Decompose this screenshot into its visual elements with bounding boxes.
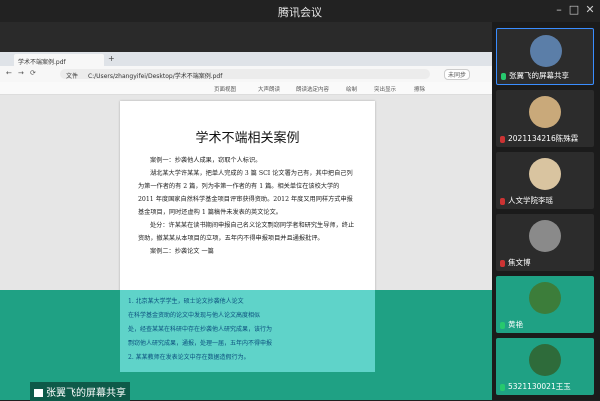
pdf-toolbar: 页面视图 大声朗读 朗读选定内容 绘制 突出显示 擦除 [0, 82, 492, 95]
mic-icon [500, 383, 505, 391]
doc-paragraph: 湖北某大学许某某，把单人完成的 3 篇 SCI 论文署为己有，其中把自己列为第一… [138, 170, 353, 216]
address-bar: ← → ⟳ 文件 C:/Users/zhangyifei/Desktop/学术不… [0, 66, 492, 82]
overlay-line: 1. 北京某大学学生，硕士论文抄袭他人论文 [128, 298, 244, 305]
overlay-line: 在科学基金资助的论文中发现与他人论文高度相似 [128, 312, 261, 319]
pdf-tool-read-selection[interactable]: 朗读选定内容 [296, 85, 329, 93]
participant-name: 2021134216陈殊霖 [508, 134, 579, 143]
participant-name: 5321130021王玉 [508, 382, 571, 391]
overlay-line: 剽窃他人研究成果，通报，处理一届，五年内不得申报 [128, 340, 273, 347]
overlay-line: 2. 某某教师在发表论文中存在数据造假行为。 [128, 354, 250, 361]
avatar [530, 35, 562, 67]
participant-name: 张翼飞的屏幕共享 [509, 71, 569, 80]
overlay-line: 处，经查某某在科研中存在抄袭他人研究成果，该行为 [128, 326, 273, 333]
doc-paragraph: 案例一：抄袭他人成果，窃取个人标识。 [150, 157, 262, 164]
participant-tile[interactable]: 人文学院李瑶 [496, 152, 594, 209]
participant-name-row: 2021134216陈殊霖 [500, 133, 578, 144]
document-title: 学术不端相关案例 [195, 131, 300, 146]
url-text: C:/Users/zhangyifei/Desktop/学术不端案例.pdf [87, 73, 223, 80]
doc-paragraph: 案例二：抄袭论文 一篇 [150, 248, 214, 255]
avatar [529, 220, 561, 252]
pdf-tool-draw[interactable]: 绘制 [346, 85, 357, 93]
mic-icon [501, 72, 506, 80]
avatar [529, 96, 561, 128]
doc-paragraph: 处分：许某某在读书期间申报自己名义论文剽窃同学者和研究生导师，终止资助，撤某某从… [138, 222, 355, 242]
participant-name-row: 人文学院李瑶 [500, 195, 553, 206]
shared-screen: 学术不端案例.pdf + ← → ⟳ 文件 C:/Users/zhangyife… [0, 22, 492, 400]
mic-muted-icon [500, 197, 505, 205]
mic-muted-icon [500, 135, 505, 143]
pdf-tool-read-aloud[interactable]: 大声朗读 [258, 85, 280, 93]
participant-tile[interactable]: 焦文博 [496, 214, 594, 271]
screen-share-label: 张翼飞的屏幕共享 [30, 382, 130, 401]
avatar [529, 282, 561, 314]
participant-name-row: 黄艳 [500, 319, 523, 330]
avatar [529, 344, 561, 376]
mic-icon [500, 321, 505, 329]
participant-name: 焦文博 [508, 258, 531, 267]
url-field[interactable]: 文件 C:/Users/zhangyifei/Desktop/学术不端案例.pd… [60, 69, 430, 80]
participant-name: 人文学院李瑶 [508, 196, 553, 205]
pdf-tool-highlight[interactable]: 突出显示 [374, 85, 396, 93]
participant-tile[interactable]: 黄艳 [496, 276, 594, 333]
participant-tile[interactable]: 5321130021王玉 [496, 338, 594, 395]
participant-tile[interactable]: 2021134216陈殊霖 [496, 90, 594, 147]
sync-button[interactable]: 未同步 [444, 69, 471, 80]
url-prefix: 文件 [66, 73, 79, 80]
participant-tile[interactable]: 张翼飞的屏幕共享 [496, 28, 594, 85]
participant-sidebar: 张翼飞的屏幕共享 2021134216陈殊霖 人文学院李瑶 焦文博 黄艳 532… [492, 22, 600, 400]
pdf-tool-erase[interactable]: 擦除 [414, 85, 425, 93]
avatar [529, 158, 561, 190]
forward-icon[interactable]: → [18, 69, 24, 77]
participant-name: 黄艳 [508, 320, 523, 329]
pdf-tool-page-view[interactable]: 页面视图 [214, 85, 236, 93]
participant-name-row: 5321130021王玉 [500, 381, 571, 392]
maximize-icon[interactable]: □ [566, 3, 582, 16]
screen-share-icon [34, 389, 43, 397]
participant-name-row: 张翼飞的屏幕共享 [501, 70, 569, 81]
window-title: 腾讯会议 [278, 6, 322, 19]
refresh-icon[interactable]: ⟳ [30, 69, 36, 77]
browser-tab[interactable]: 学术不端案例.pdf [14, 54, 104, 66]
participant-name-row: 焦文博 [500, 257, 531, 268]
new-tab-icon[interactable]: + [108, 54, 115, 63]
minimize-icon[interactable]: – [551, 3, 567, 16]
back-icon[interactable]: ← [6, 69, 12, 77]
close-icon[interactable]: ✕ [582, 3, 598, 16]
browser-tabbar: 学术不端案例.pdf + [0, 52, 492, 66]
title-bar: 腾讯会议 – □ ✕ [0, 0, 600, 22]
tab-title: 学术不端案例.pdf [18, 59, 66, 66]
meeting-window: 腾讯会议 – □ ✕ 学术不端案例.pdf + ← → ⟳ 文件 C:/User… [0, 0, 600, 401]
mic-muted-icon [500, 259, 505, 267]
screen-share-text: 张翼飞的屏幕共享 [46, 388, 126, 399]
